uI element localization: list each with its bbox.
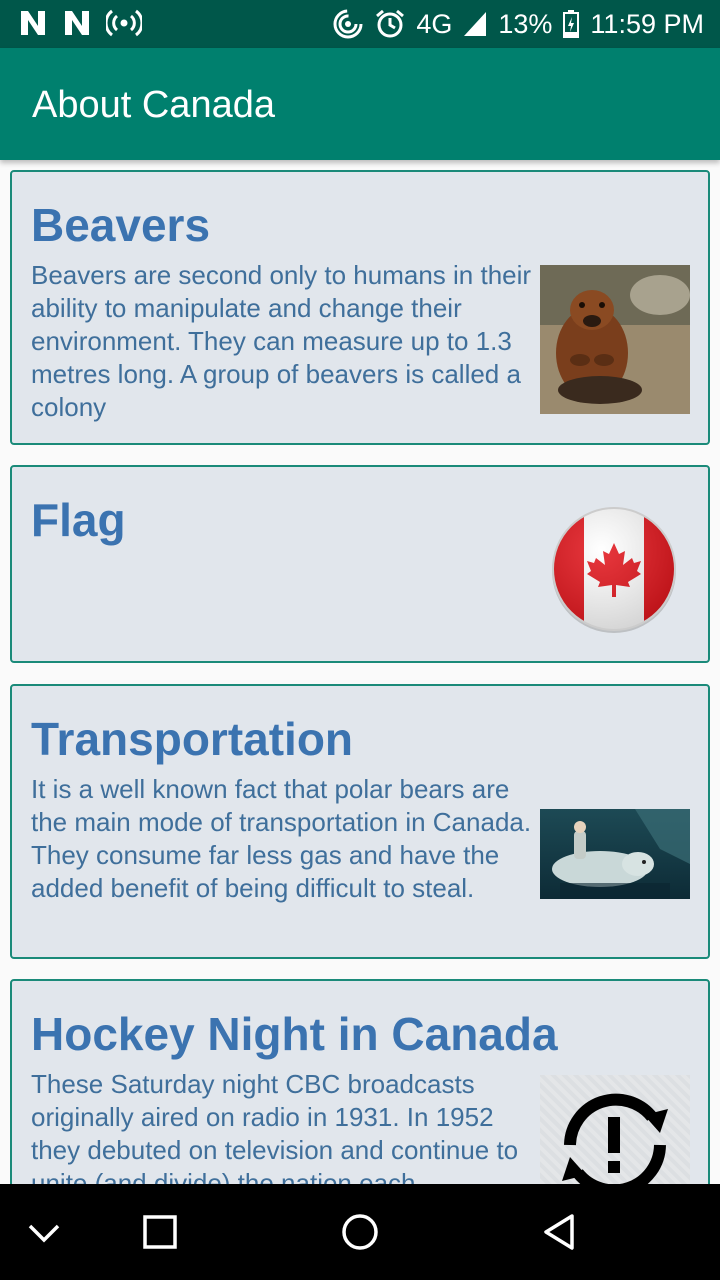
alarm-icon <box>376 9 405 38</box>
card-title: Transportation <box>31 713 354 765</box>
battery-charging-icon <box>563 10 580 38</box>
card-hockey-night[interactable]: Hockey Night in Canada These Saturday ni… <box>10 979 710 1184</box>
card-body: These Saturday night CBC broadcasts orig… <box>31 1069 519 1184</box>
app-bar: About Canada <box>0 48 720 160</box>
card-title: Hockey Night in Canada <box>31 1008 558 1060</box>
card-beavers[interactable]: Beavers Beavers are second only to human… <box>10 170 710 445</box>
loading-error-icon <box>540 1075 690 1184</box>
back-icon[interactable] <box>512 1184 608 1280</box>
canada-flag-image <box>550 505 678 633</box>
app-title: About Canada <box>32 84 275 126</box>
network-type: 4G <box>416 8 453 39</box>
battery-percent: 13% <box>498 8 553 39</box>
status-bar: 4G 13% 11:59 PM <box>0 0 720 48</box>
wifi-tether-icon <box>333 9 363 39</box>
card-list[interactable]: Beavers Beavers are second only to human… <box>0 160 720 1184</box>
clock: 11:59 PM <box>590 8 704 39</box>
card-transportation[interactable]: Transportation It is a well known fact t… <box>10 684 710 959</box>
n-notification-icon <box>21 11 45 35</box>
n-notification-icon <box>65 11 89 35</box>
card-body: It is a well known fact that polar bears… <box>31 774 532 903</box>
signal-icon <box>464 12 487 36</box>
beaver-image <box>540 265 690 414</box>
navigation-bar <box>0 1184 720 1280</box>
hotspot-icon <box>106 9 142 37</box>
card-title: Beavers <box>31 199 211 251</box>
home-icon[interactable] <box>312 1184 408 1280</box>
card-title: Flag <box>31 494 126 546</box>
polar-bear-image <box>540 809 690 899</box>
card-flag[interactable]: Flag <box>10 465 710 663</box>
collapse-icon[interactable] <box>0 1184 92 1280</box>
card-body: Beavers are second only to humans in the… <box>31 260 532 422</box>
recents-icon[interactable] <box>112 1184 208 1280</box>
